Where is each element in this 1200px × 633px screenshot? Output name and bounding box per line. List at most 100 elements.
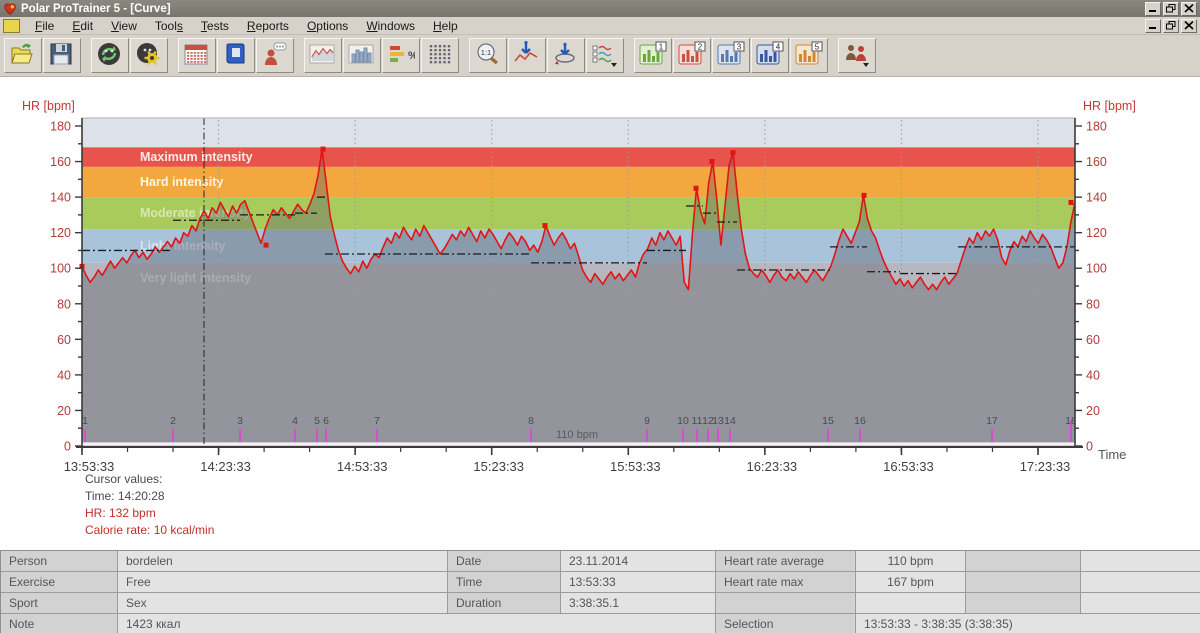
- toolbar-chart-1-button[interactable]: 1: [634, 38, 672, 73]
- table-value-cell: [1081, 572, 1200, 593]
- hr-marker: [694, 186, 699, 191]
- y-tick-label: 0: [1086, 440, 1093, 454]
- toolbar-chart-5-button[interactable]: 5: [790, 38, 828, 73]
- mdi-close-button[interactable]: [1181, 19, 1197, 33]
- lap-number: 7: [374, 415, 380, 427]
- y-tick-label: 160: [1086, 155, 1107, 169]
- toolbar-zoom-one-to-one-button[interactable]: 1:1: [469, 38, 507, 73]
- menu-options[interactable]: Options: [298, 18, 357, 34]
- y-tick-label: 80: [57, 297, 71, 311]
- svg-text:2: 2: [698, 42, 703, 51]
- svg-text:1:1: 1:1: [481, 48, 491, 57]
- table-value-cell: [1081, 551, 1200, 572]
- toolbar-save-button[interactable]: [43, 38, 81, 73]
- table-value-cell: 1423 ккал: [118, 614, 716, 633]
- toolbar: % 1:1 1 2 3 4 5: [0, 35, 1200, 77]
- toolbar-scale-rotate-button[interactable]: [547, 38, 585, 73]
- hr-marker: [710, 159, 715, 164]
- menu-view[interactable]: View: [102, 18, 146, 34]
- hr-marker: [264, 243, 269, 248]
- chart-3-icon: 3: [717, 41, 745, 71]
- restore-button[interactable]: [1163, 2, 1179, 16]
- hr-marker: [1069, 200, 1074, 205]
- toolbar-group: 1 2 3 4 5: [634, 38, 829, 73]
- x-tick-label: 17:23:33: [1020, 459, 1071, 474]
- app-window: Polar ProTrainer 5 - [Curve] FileEditVie…: [0, 0, 1200, 633]
- toolbar-person-button[interactable]: [256, 38, 294, 73]
- toolbar-group: [91, 38, 169, 73]
- toolbar-transfer-settings-button[interactable]: [130, 38, 168, 73]
- scale-rotate-icon: [552, 41, 580, 71]
- y-tick-label: 20: [57, 404, 71, 418]
- toolbar-diary-button[interactable]: [217, 38, 255, 73]
- chart-area: Maximum intensityHard intensityModerate …: [0, 77, 1200, 550]
- transfer-icon: [96, 41, 124, 71]
- toolbar-percent-view-button[interactable]: %: [382, 38, 420, 73]
- menu-reports[interactable]: Reports: [238, 18, 298, 34]
- cursor-time: Time: 14:20:28: [85, 488, 214, 505]
- menu-tools[interactable]: Tools: [146, 18, 192, 34]
- toolbar-grid-view-button[interactable]: [421, 38, 459, 73]
- y-tick-label: 80: [1086, 297, 1100, 311]
- table-value-cell: Free: [118, 572, 448, 593]
- toolbar-open-file-button[interactable]: [4, 38, 42, 73]
- table-label-cell: [966, 551, 1081, 572]
- open-file-icon: [9, 41, 37, 71]
- lap-number: 1: [82, 415, 88, 427]
- table-value-cell: 110 bpm: [856, 551, 966, 572]
- y-tick-label: 180: [50, 120, 71, 134]
- document-icon: [3, 19, 20, 33]
- table-label-cell: Heart rate average: [716, 551, 856, 572]
- menu-tests[interactable]: Tests: [192, 18, 238, 34]
- y-axis-title-right: HR [bpm]: [1083, 99, 1136, 113]
- minimize-button[interactable]: [1145, 2, 1161, 16]
- menu-file[interactable]: File: [26, 18, 63, 34]
- zone-label: Hard intensity: [140, 175, 223, 189]
- table-label-cell: Sport: [1, 593, 118, 614]
- window-controls: [1145, 2, 1197, 16]
- y-tick-label: 140: [1086, 191, 1107, 205]
- toolbar-compare-persons-button[interactable]: [838, 38, 876, 73]
- transfer-settings-icon: [135, 41, 163, 71]
- y-tick-label: 160: [50, 155, 71, 169]
- percent-view-icon: %: [387, 41, 415, 71]
- toolbar-bar-view-button[interactable]: [343, 38, 381, 73]
- toolbar-transfer-button[interactable]: [91, 38, 129, 73]
- toolbar-group: %: [304, 38, 460, 73]
- curve-view-icon: [309, 41, 337, 71]
- y-tick-label: 100: [1086, 262, 1107, 276]
- title-bar: Polar ProTrainer 5 - [Curve]: [0, 0, 1200, 17]
- table-label-cell: Selection: [716, 614, 856, 633]
- svg-text:%: %: [408, 50, 415, 62]
- x-tick-label: 15:23:33: [473, 459, 524, 474]
- x-axis-title: Time: [1098, 447, 1126, 462]
- svg-text:1: 1: [659, 42, 664, 51]
- toolbar-scale-arrow-button[interactable]: [508, 38, 546, 73]
- lap-number: 8: [528, 415, 534, 427]
- table-value-cell: 13:53:33: [561, 572, 716, 593]
- svg-text:5: 5: [815, 42, 820, 51]
- menu-edit[interactable]: Edit: [63, 18, 102, 34]
- curve-select-icon: [591, 41, 619, 71]
- zone-band: [82, 118, 1075, 147]
- svg-text:4: 4: [776, 42, 781, 51]
- toolbar-calendar-button[interactable]: [178, 38, 216, 73]
- mdi-minimize-button[interactable]: [1145, 19, 1161, 33]
- x-tick-label: 16:53:33: [883, 459, 934, 474]
- bar-view-icon: [348, 41, 376, 71]
- toolbar-chart-4-button[interactable]: 4: [751, 38, 789, 73]
- menu-windows[interactable]: Windows: [357, 18, 424, 34]
- menu-help[interactable]: Help: [424, 18, 467, 34]
- table-row: ExerciseFreeTime13:53:33Heart rate max16…: [1, 572, 1200, 593]
- mdi-restore-button[interactable]: [1163, 19, 1179, 33]
- toolbar-chart-3-button[interactable]: 3: [712, 38, 750, 73]
- close-button[interactable]: [1181, 2, 1197, 16]
- toolbar-curve-select-button[interactable]: [586, 38, 624, 73]
- lap-number: 9: [644, 415, 650, 427]
- y-tick-label: 20: [1086, 404, 1100, 418]
- toolbar-group: 1:1: [469, 38, 625, 73]
- hr-marker: [731, 150, 736, 155]
- main-menu: FileEditViewToolsTestsReportsOptionsWind…: [26, 18, 1145, 34]
- toolbar-curve-view-button[interactable]: [304, 38, 342, 73]
- toolbar-chart-2-button[interactable]: 2: [673, 38, 711, 73]
